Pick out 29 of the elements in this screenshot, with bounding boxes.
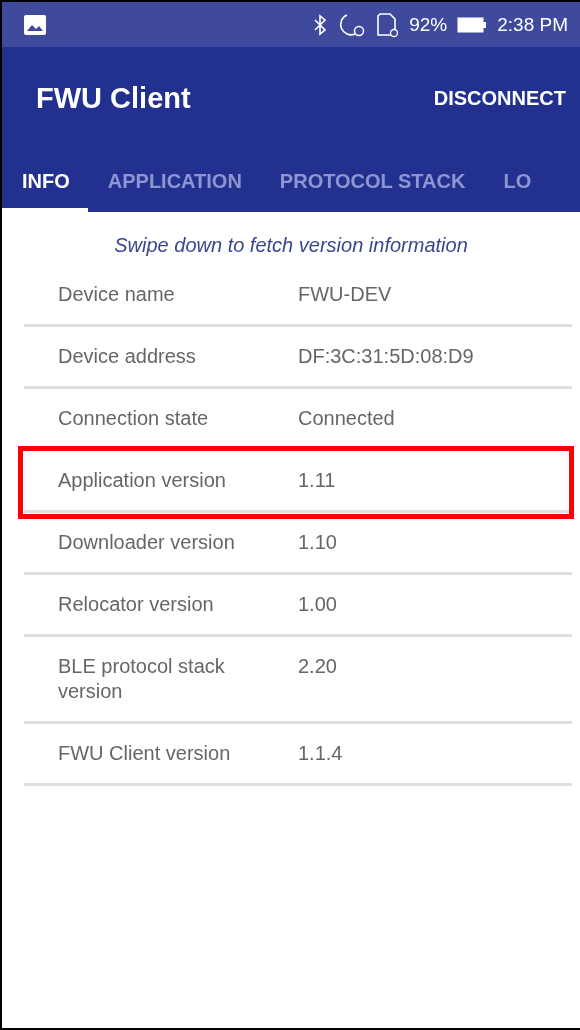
row-label: Application version (58, 468, 227, 493)
sd-card-icon (375, 11, 400, 38)
row-label: Relocator version (58, 592, 215, 617)
app-title: FWU Client (36, 82, 191, 115)
tab[interactable]: PROTOCOL STACK (259, 150, 484, 212)
battery-percent: 92% (409, 13, 448, 36)
battery-icon (457, 16, 488, 33)
row-label: Downloader version (58, 530, 236, 555)
row-value: 1.1.4 (298, 741, 344, 766)
row-value: Connected (298, 406, 396, 431)
hint-text: Swipe down to fetch version information (113, 234, 469, 257)
bluetooth-icon (313, 13, 328, 36)
tab[interactable]: INFO (2, 150, 88, 212)
disconnect-button[interactable]: DISCONNECT (433, 81, 566, 116)
image-icon (24, 14, 46, 35)
row-value: 1.11 (298, 468, 337, 493)
row-value: 2.20 (298, 654, 338, 679)
row-label: Connection state (58, 406, 210, 431)
row-value: DF:3C:31:5D:08:D9 (298, 344, 475, 369)
row-value: FWU-DEV (298, 282, 393, 307)
row-value: 1.00 (298, 592, 338, 617)
clock-time: 2:38 PM (497, 13, 568, 36)
row-value: 1.10 (298, 530, 338, 555)
row-label: BLE protocol stack version (58, 654, 226, 704)
tab[interactable]: LO (483, 150, 550, 212)
row-label: Device name (58, 282, 176, 307)
row-label: FWU Client version (58, 741, 232, 766)
tab[interactable]: APPLICATION (87, 150, 260, 212)
row-label: Device address (58, 344, 197, 369)
